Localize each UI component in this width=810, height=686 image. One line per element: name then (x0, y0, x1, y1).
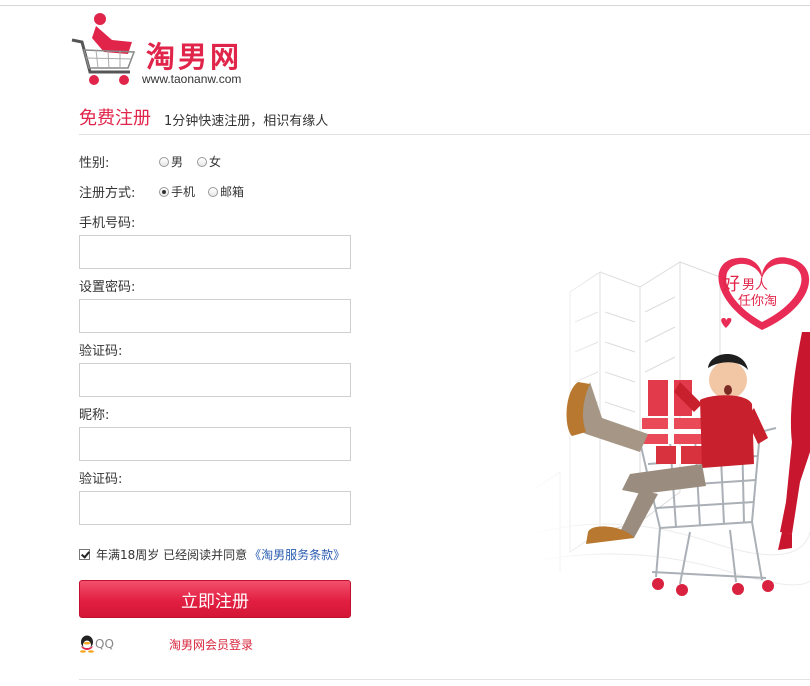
terms-link[interactable]: 《淘男服务条款》 (249, 546, 345, 563)
gender-option-male[interactable]: 男 (159, 153, 183, 170)
member-login-link[interactable]: 淘男网会员登录 (169, 636, 253, 653)
gender-option-female[interactable]: 女 (197, 153, 221, 170)
phone-input[interactable] (79, 235, 351, 269)
promo-text-good: 好 (722, 274, 740, 295)
top-divider (0, 5, 810, 6)
radio-email[interactable] (208, 186, 218, 197)
logo-url: www.taonanw.com (142, 72, 242, 86)
method-label: 注册方式: (79, 186, 136, 201)
promo-text-pick: 任你淘 (738, 294, 777, 309)
gender-label: 性别: (79, 156, 110, 171)
header-divider (79, 134, 810, 135)
method-phone-label: 手机 (171, 185, 196, 199)
captcha2-label: 验证码: (79, 472, 123, 487)
bottom-divider (79, 679, 810, 680)
logo-text: 淘男网 (146, 40, 243, 74)
gender-male-label: 男 (171, 155, 184, 169)
password-input[interactable] (79, 299, 351, 333)
shopping-cart-logo-icon (71, 13, 136, 85)
register-button[interactable]: 立即注册 (79, 580, 351, 618)
qq-penguin-icon (80, 635, 94, 653)
captcha2-input[interactable] (79, 491, 351, 525)
password-label: 设置密码: (79, 280, 136, 295)
nickname-label: 昵称: (79, 408, 110, 423)
qq-label: QQ (95, 637, 114, 651)
radio-phone[interactable] (159, 186, 169, 197)
method-option-email[interactable]: 邮箱 (208, 183, 244, 200)
phone-label: 手机号码: (79, 216, 136, 231)
promo-text-man: 男人 (742, 278, 768, 293)
captcha-label: 验证码: (79, 344, 123, 359)
page-title: 免费注册 (79, 108, 151, 129)
nickname-input[interactable] (79, 427, 351, 461)
radio-male[interactable] (159, 156, 169, 167)
radio-female[interactable] (197, 156, 207, 167)
page-subtitle: 1分钟快速注册，相识有缘人 (164, 114, 329, 129)
agreement-row: 年满18周岁 已经阅读并同意 《淘男服务条款》 (79, 546, 345, 563)
promo-banner-image: 好 男人 任你淘 (530, 232, 810, 622)
gender-female-label: 女 (209, 155, 222, 169)
qq-login[interactable]: QQ (79, 635, 114, 653)
method-email-label: 邮箱 (220, 185, 245, 199)
site-logo[interactable]: 淘男网 www.taonanw.com (68, 12, 258, 98)
captcha-input[interactable] (79, 363, 351, 397)
agree-text: 年满18周岁 已经阅读并同意 (96, 548, 248, 562)
agree-checkbox[interactable] (79, 549, 90, 560)
method-option-phone[interactable]: 手机 (159, 183, 195, 200)
